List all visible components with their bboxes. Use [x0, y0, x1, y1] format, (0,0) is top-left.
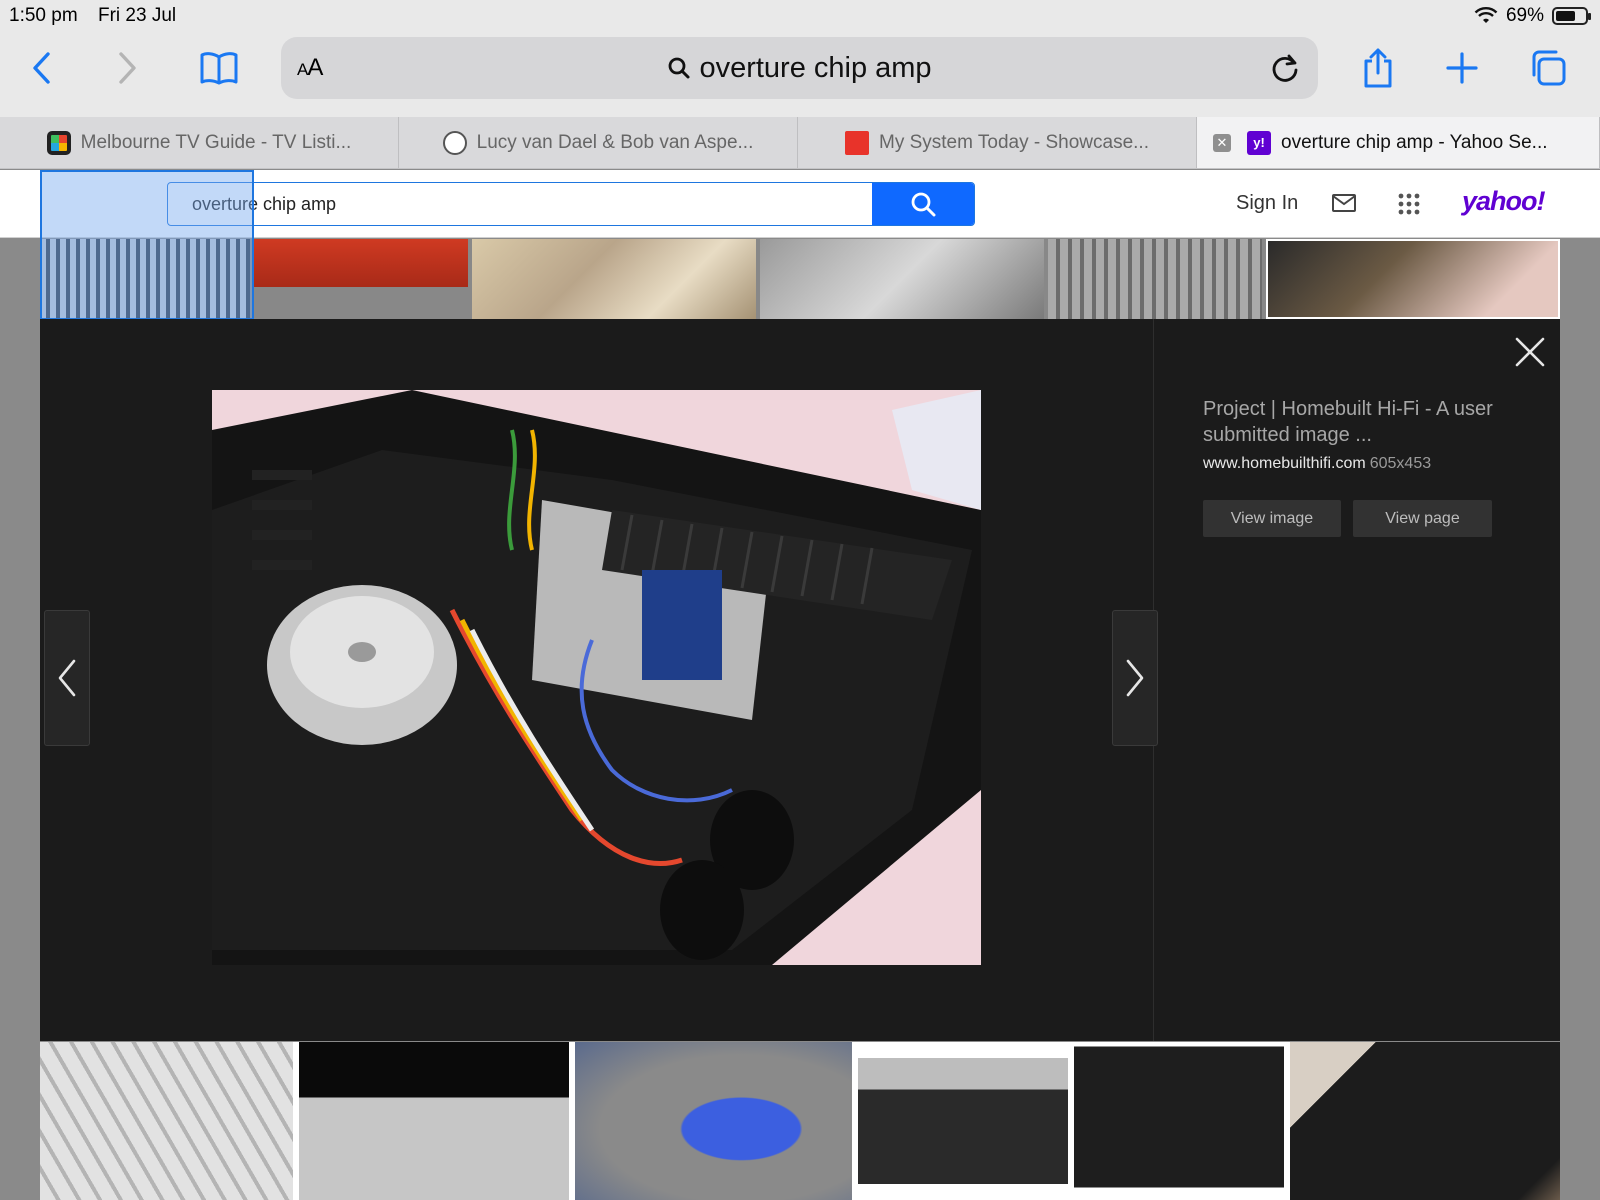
image-results-strip-top: [40, 239, 1560, 319]
tab-bar: Melbourne TV Guide - TV Listi... Lucy va…: [0, 117, 1600, 169]
thumbnail-amp-internals[interactable]: [472, 239, 756, 319]
tab-label: My System Today - Showcase...: [879, 131, 1149, 153]
tab-overview-icon[interactable]: [1524, 44, 1572, 92]
tab-yahoo-search[interactable]: ✕ y! overture chip amp - Yahoo Se...: [1197, 117, 1600, 168]
thumbnail-heatsink-board[interactable]: [40, 1042, 293, 1200]
image-dimensions: 605x453: [1369, 455, 1432, 472]
tab-my-system-today[interactable]: My System Today - Showcase...: [798, 117, 1197, 168]
image-title[interactable]: Project | Homebuilt Hi-Fi - A user submi…: [1203, 396, 1503, 448]
back-icon[interactable]: [18, 44, 66, 92]
apps-grid-icon[interactable]: [1397, 192, 1421, 216]
browser-toolbar: AA overture chip amp: [0, 32, 1600, 117]
yahoo-search-button[interactable]: [872, 183, 974, 225]
thumbnail-amp-selected[interactable]: [1266, 239, 1560, 319]
status-bar: 1:50 pm Fri 23 Jul 69%: [0, 0, 1600, 32]
mail-icon[interactable]: [1331, 192, 1357, 214]
next-image-button[interactable]: [1112, 610, 1158, 746]
yahoo-favicon: y!: [1247, 130, 1271, 155]
chevron-right-icon: [1126, 659, 1144, 697]
thumbnail-lm3886-chip[interactable]: [858, 1042, 1068, 1200]
tab-label: Lucy van Dael & Bob van Aspe...: [476, 131, 754, 153]
chevron-left-icon: [58, 659, 76, 697]
search-icon: [669, 57, 690, 79]
sign-in-link[interactable]: Sign In: [1236, 192, 1298, 215]
new-tab-icon[interactable]: [1438, 44, 1486, 92]
address-bar[interactable]: AA overture chip amp: [281, 37, 1318, 99]
showcase-favicon: [845, 130, 869, 155]
image-results-strip-bottom: [40, 1042, 1560, 1200]
tab-lucy-van-dael[interactable]: Lucy van Dael & Bob van Aspe...: [399, 117, 798, 168]
previous-image-button[interactable]: [44, 610, 90, 746]
forward-icon[interactable]: [103, 44, 151, 92]
bookmarks-icon[interactable]: [195, 44, 243, 92]
thumbnail-blue-enclosure[interactable]: [575, 1042, 852, 1200]
image-preview-lightbox: Project | Homebuilt Hi-Fi - A user submi…: [40, 319, 1560, 1041]
text-selection-highlight: [40, 170, 254, 320]
yahoo-search-box: [167, 182, 975, 226]
status-date: Fri 23 Jul: [98, 5, 177, 26]
source-domain: www.homebuilthifi.com: [1203, 455, 1366, 472]
address-query-text: overture chip amp: [699, 52, 932, 84]
thumbnail-gray-circuit[interactable]: [760, 239, 1044, 319]
battery-icon: [1552, 7, 1591, 25]
clock-favicon: [442, 130, 467, 155]
reload-icon[interactable]: [1270, 52, 1300, 84]
battery-percent: 69%: [1505, 5, 1544, 26]
tab-melbourne-tv-guide[interactable]: Melbourne TV Guide - TV Listi...: [0, 117, 399, 168]
image-source[interactable]: www.homebuilthifi.com 605x453: [1203, 455, 1431, 473]
tab-label: overture chip amp - Yahoo Se...: [1281, 131, 1548, 153]
address-query[interactable]: overture chip amp: [281, 52, 1318, 85]
tv-guide-favicon: [46, 130, 71, 155]
share-icon[interactable]: [1354, 44, 1402, 92]
thumbnail-chip-gray[interactable]: [1048, 239, 1262, 319]
yahoo-logo[interactable]: yahoo!: [1462, 186, 1546, 217]
view-page-button[interactable]: View page: [1353, 500, 1492, 537]
yahoo-search-input[interactable]: [168, 183, 874, 225]
view-image-button[interactable]: View image: [1203, 500, 1341, 537]
thumbnail-red-board[interactable]: [254, 239, 468, 319]
thumbnail-silver-amp[interactable]: [299, 1042, 569, 1200]
thumbnail-black-case[interactable]: [1290, 1042, 1560, 1200]
close-tab-icon[interactable]: ✕: [1213, 133, 1231, 152]
tab-label: Melbourne TV Guide - TV Listi...: [80, 131, 352, 153]
status-time: 1:50 pm: [9, 5, 78, 26]
wifi-icon: [1474, 7, 1498, 23]
search-icon: [911, 192, 936, 217]
thumbnail-chip-black[interactable]: [1074, 1042, 1284, 1200]
preview-image-amplifier[interactable]: [212, 390, 981, 965]
close-icon[interactable]: [1513, 335, 1547, 369]
